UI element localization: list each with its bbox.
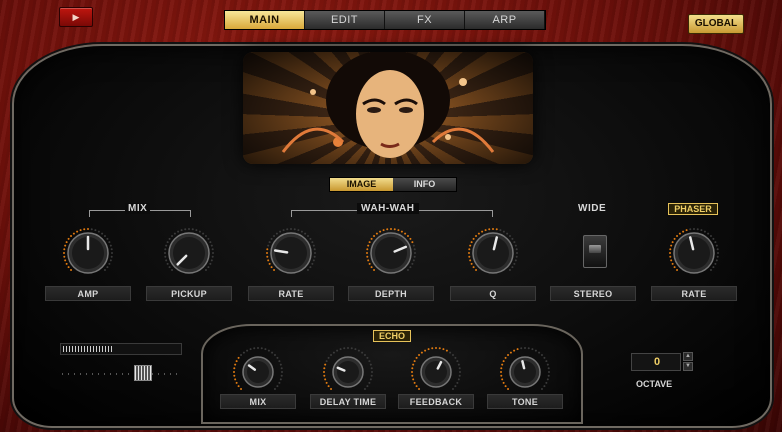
slider-track[interactable] [62, 366, 180, 382]
switch-lever [589, 245, 601, 253]
section-wahwah-title: WAH-WAH [357, 203, 419, 214]
tab-main[interactable]: MAIN [225, 11, 305, 29]
slider-handle[interactable] [134, 365, 152, 381]
knob-label-echo-mix: MIX [220, 394, 296, 409]
section-phaser-title[interactable]: PHASER [668, 203, 718, 215]
knob-label-q: Q [450, 286, 536, 301]
knob-label-delay-time: DELAY TIME [310, 394, 386, 409]
section-echo-title[interactable]: ECHO [373, 330, 411, 342]
delay-time-knob[interactable] [322, 346, 374, 398]
octave-up-icon[interactable]: ▲ [683, 352, 693, 361]
wide-toggle-switch[interactable] [583, 235, 607, 268]
level-meter-fill [63, 346, 113, 352]
tab-image[interactable]: IMAGE [330, 178, 393, 191]
knob-label-feedback: FEEDBACK [398, 394, 474, 409]
global-button[interactable]: GLOBAL [688, 14, 744, 34]
feedback-knob[interactable] [410, 346, 462, 398]
echo-mix-knob[interactable] [232, 346, 284, 398]
image-info-tabs: IMAGE INFO [329, 177, 457, 192]
knob-label-stereo: STEREO [550, 286, 636, 301]
knob-label-amp: AMP [45, 286, 131, 301]
knob-label-wah-rate: RATE [248, 286, 334, 301]
knob-label-depth: DEPTH [348, 286, 434, 301]
tone-knob[interactable] [499, 346, 551, 398]
depth-knob[interactable] [365, 227, 417, 279]
octave-stepper: ▲ ▼ [683, 352, 693, 372]
tab-arp[interactable]: ARP [465, 11, 545, 29]
tab-fx[interactable]: FX [385, 11, 465, 29]
level-meter [60, 343, 182, 355]
q-knob[interactable] [467, 227, 519, 279]
section-wide-title: WIDE [578, 203, 607, 214]
menu-button[interactable]: ▶ [59, 7, 93, 27]
pickup-knob[interactable] [163, 227, 215, 279]
knob-label-pickup: PICKUP [146, 286, 232, 301]
section-mix-title: MIX [125, 203, 151, 214]
octave-value[interactable]: 0 [631, 353, 681, 371]
main-tab-bar: MAIN EDIT FX ARP [224, 10, 546, 30]
amp-knob[interactable] [62, 227, 114, 279]
phaser-rate-knob[interactable] [668, 227, 720, 279]
octave-down-icon[interactable]: ▼ [683, 362, 693, 371]
knob-label-phaser-rate: RATE [651, 286, 737, 301]
artwork-image [243, 52, 533, 164]
wah-rate-knob[interactable] [265, 227, 317, 279]
knob-label-tone: TONE [487, 394, 563, 409]
tab-edit[interactable]: EDIT [305, 11, 385, 29]
octave-label: OCTAVE [636, 379, 673, 389]
tab-info[interactable]: INFO [393, 178, 456, 191]
portrait-artwork [281, 52, 495, 158]
